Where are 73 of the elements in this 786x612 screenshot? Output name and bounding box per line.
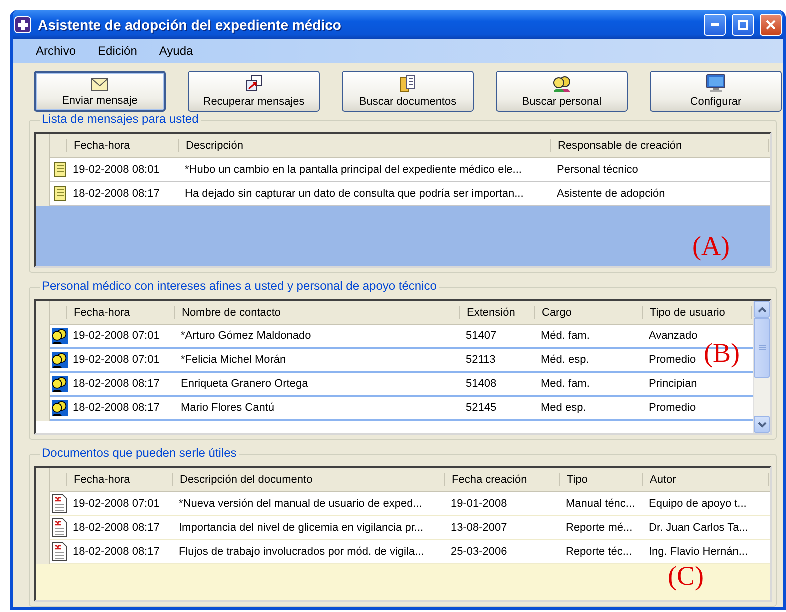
envelope-icon bbox=[91, 78, 109, 92]
table-cell: 25-03-2006 bbox=[446, 540, 561, 564]
table-cell: *Hubo un cambio en la pantalla principal del expediente médico ele... bbox=[180, 158, 552, 182]
row-header bbox=[36, 468, 50, 492]
table-cell: 19-01-2008 bbox=[446, 492, 561, 516]
minimize-icon bbox=[711, 23, 719, 26]
person-icon bbox=[52, 375, 68, 393]
menu-item[interactable]: Edición bbox=[87, 44, 148, 58]
column-header bbox=[50, 301, 68, 325]
table-cell: 18-02-2008 08:17 bbox=[68, 182, 180, 206]
column-header[interactable]: Extensión bbox=[461, 301, 536, 325]
table-cell: Reporte mé... bbox=[561, 516, 644, 540]
table-cell: Importancia del nivel de glicemia en vigilancia pr... bbox=[174, 516, 446, 540]
table-cell: 13-08-2007 bbox=[446, 516, 561, 540]
note-icon bbox=[54, 186, 66, 202]
minimize-button[interactable] bbox=[704, 14, 726, 36]
table-cell: Ing. Flavio Hernán... bbox=[644, 540, 770, 564]
person-icon bbox=[52, 351, 68, 369]
column-header[interactable]: Fecha creación bbox=[446, 468, 561, 492]
table-cell: Manual ténc... bbox=[561, 492, 644, 516]
menu-item[interactable]: Archivo bbox=[25, 44, 88, 58]
column-header[interactable]: Nombre de contacto bbox=[176, 301, 461, 325]
table-cell: *Nueva versión del manual de usuario de exped... bbox=[174, 492, 446, 516]
toolbar-button[interactable]: Buscar personal bbox=[496, 71, 628, 112]
table-cell: Personal técnico bbox=[552, 158, 770, 182]
column-header[interactable]: Tipo bbox=[561, 468, 644, 492]
row-header bbox=[36, 134, 50, 158]
table-cell: Equipo de apoyo t... bbox=[644, 492, 770, 516]
column-header[interactable]: Descripción del documento bbox=[174, 468, 446, 492]
table-cell: Reporte téc... bbox=[561, 540, 644, 564]
person-icon bbox=[52, 327, 68, 345]
menu-item[interactable]: Ayuda bbox=[148, 44, 204, 58]
table-cell: Asistente de adopción bbox=[552, 182, 770, 206]
group-title: Lista de mensajes para usted bbox=[40, 112, 201, 126]
scrollbar[interactable] bbox=[753, 301, 770, 433]
column-header[interactable]: Autor bbox=[644, 468, 770, 492]
row-header[interactable] bbox=[36, 397, 50, 421]
maximize-icon bbox=[738, 20, 748, 30]
column-header[interactable]: Descripción bbox=[180, 134, 552, 158]
column-header[interactable]: Fecha-hora bbox=[68, 134, 180, 158]
annotation-label: (C) bbox=[668, 561, 704, 592]
close-button[interactable] bbox=[760, 14, 782, 36]
column-header[interactable]: Fecha-hora bbox=[68, 301, 176, 325]
toolbar-button[interactable]: Recuperar mensajes bbox=[188, 71, 320, 112]
table-cell: 19-02-2008 08:01 bbox=[68, 158, 180, 182]
table-cell: Ha dejado sin capturar un dato de consulta que podría ser importan... bbox=[180, 182, 552, 206]
column-header[interactable]: Fecha-hora bbox=[68, 468, 174, 492]
column-header[interactable]: Tipo de usuario bbox=[644, 301, 753, 325]
group-title: Documentos que pueden serle útiles bbox=[40, 446, 239, 460]
row-header[interactable] bbox=[36, 540, 50, 564]
person-icon bbox=[52, 399, 68, 417]
table-cell: Dr. Juan Carlos Ta... bbox=[644, 516, 770, 540]
maximize-button[interactable] bbox=[732, 14, 754, 36]
column-header[interactable]: Responsable de creación bbox=[552, 134, 770, 158]
grip-icon[interactable] bbox=[758, 345, 766, 351]
toolbar-button[interactable]: Configurar bbox=[650, 71, 782, 112]
row-header[interactable] bbox=[36, 182, 50, 206]
note-icon bbox=[54, 162, 66, 178]
documents-arrow-icon bbox=[244, 75, 264, 93]
group-title: Personal médico con intereses afines a usted y personal de apoyo técnico bbox=[40, 279, 439, 293]
column-header bbox=[50, 134, 68, 158]
table-cell: Flujos de trabajo involucrados por mód. de vigila... bbox=[174, 540, 446, 564]
column-header[interactable]: Cargo bbox=[536, 301, 644, 325]
medical-cross-icon bbox=[14, 16, 32, 34]
people-icon bbox=[552, 75, 572, 93]
close-icon bbox=[766, 20, 776, 30]
window-title: Asistente de adopción del expediente médico bbox=[38, 16, 342, 33]
toolbar-button[interactable]: Buscar documentos bbox=[342, 71, 474, 112]
monitor-icon bbox=[706, 74, 726, 93]
annotation-label: (A) bbox=[692, 231, 730, 262]
row-header bbox=[36, 301, 50, 325]
book-icon bbox=[400, 75, 416, 93]
toolbar-button[interactable]: Enviar mensaje bbox=[34, 71, 166, 112]
